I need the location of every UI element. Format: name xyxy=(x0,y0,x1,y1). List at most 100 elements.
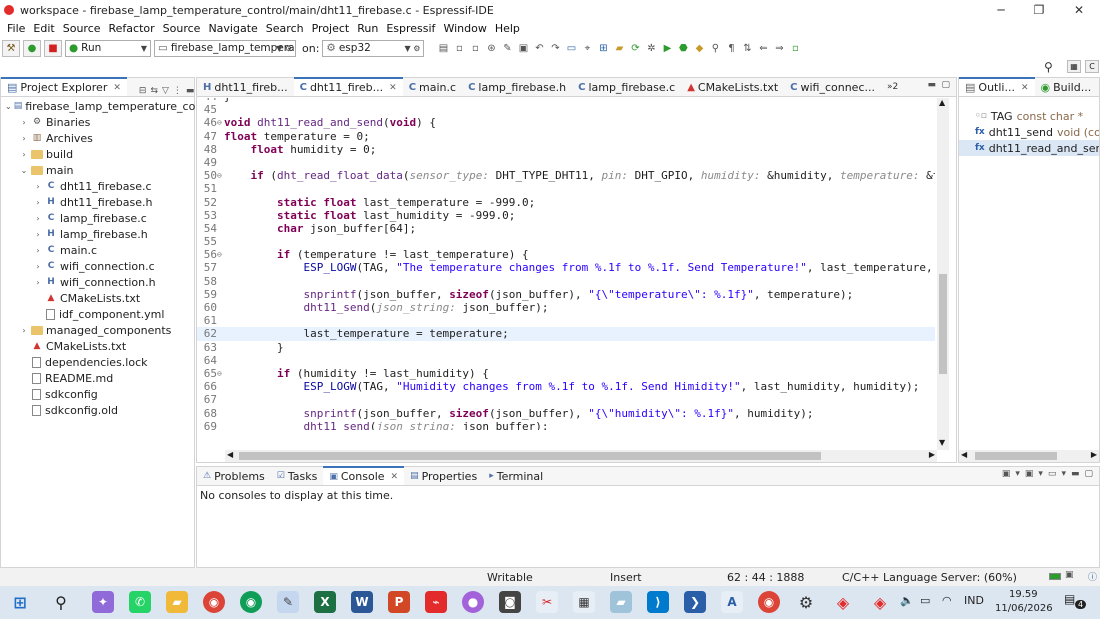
tree-item[interactable]: › ⚙ Binaries xyxy=(1,114,195,130)
minimize-view-icon[interactable]: ▬ xyxy=(186,86,195,96)
outline-item[interactable]: fxdht11_sendvoid (const c xyxy=(959,124,1099,140)
powerpoint-icon[interactable]: P xyxy=(388,591,410,613)
battery-icon[interactable]: ▭ xyxy=(920,594,930,607)
tree-item[interactable]: › managed_components xyxy=(1,322,195,338)
tree-item[interactable]: › Clamp_firebase.c xyxy=(1,210,195,226)
editor-horizontal-scrollbar[interactable]: ◀ ▶ xyxy=(225,450,937,462)
progress-view-icon[interactable]: ▣ xyxy=(1065,570,1074,580)
tree-item[interactable]: sdkconfig xyxy=(1,386,195,402)
close-button[interactable]: ✕ xyxy=(1060,0,1098,20)
tree-item[interactable]: › Hwifi_connection.h xyxy=(1,274,195,290)
menu-refactor[interactable]: Refactor xyxy=(105,22,159,35)
chevron-right-icon[interactable]: › xyxy=(19,134,29,143)
view-menu-icon[interactable]: ▾ xyxy=(1061,469,1066,479)
search-icon[interactable]: ⚲ xyxy=(50,591,72,613)
menu-espressif[interactable]: Espressif xyxy=(382,22,439,35)
launch-run-icon[interactable]: ● xyxy=(23,39,41,57)
clock-date[interactable]: 11/06/2026 xyxy=(995,603,1053,614)
tree-item[interactable]: ▲ CMakeLists.txt xyxy=(1,338,195,354)
save-icon[interactable]: ▫ xyxy=(453,43,465,54)
terminal-icon[interactable]: ▣ xyxy=(517,43,529,54)
espressif-ide-icon[interactable]: ◈ xyxy=(869,591,891,613)
scroll-right-icon[interactable]: ▶ xyxy=(1091,450,1097,459)
tree-item[interactable]: ▲ CMakeLists.txt xyxy=(1,290,195,306)
editor-tab[interactable]: ▲ CMakeLists.txt xyxy=(681,78,784,96)
menu-window[interactable]: Window xyxy=(439,22,490,35)
new-console-icon[interactable]: ▭ xyxy=(1048,469,1057,479)
chevron-right-icon[interactable]: › xyxy=(33,262,43,271)
app-store-icon[interactable]: A xyxy=(721,591,743,613)
editor-tab[interactable]: Clamp_firebase.h xyxy=(462,78,572,96)
tree-item[interactable]: › ▥ Archives xyxy=(1,130,195,146)
pencil-app-icon[interactable]: ✎ xyxy=(277,591,299,613)
folder-open-icon[interactable]: ▰ xyxy=(613,43,625,54)
search-icon[interactable]: ⚲ xyxy=(1044,60,1053,74)
view-menu-icon[interactable]: ⋮ xyxy=(173,86,182,96)
editor-vertical-scrollbar[interactable]: ▲ ▼ xyxy=(937,98,949,450)
input-language[interactable]: IND xyxy=(964,594,984,607)
console-dropdown-icon[interactable]: ▾ xyxy=(1015,469,1020,479)
editor-tab[interactable]: Clamp_firebase.c xyxy=(572,78,681,96)
minimize-view-icon[interactable]: ▬ xyxy=(927,80,936,90)
open-console-icon[interactable]: ▾ xyxy=(1038,469,1043,479)
chrome-active-icon[interactable]: ◉ xyxy=(758,591,780,613)
speaker-icon[interactable]: 🔈 xyxy=(900,594,914,607)
outline-item[interactable]: fxdht11_read_and_sendvo xyxy=(959,140,1099,156)
tab-overflow-indicator[interactable]: »2 xyxy=(887,82,898,92)
tab-console[interactable]: ▣ Console ✕ xyxy=(323,466,405,485)
clock-time[interactable]: 19.59 xyxy=(1009,589,1038,600)
editor-tab[interactable]: Cwifi_connec... xyxy=(784,78,881,96)
tools-icon[interactable]: ✎ xyxy=(501,43,513,54)
camera-icon[interactable]: ◙ xyxy=(499,591,521,613)
fold-marker-icon[interactable]: ⊖ xyxy=(217,116,223,129)
fold-marker-icon[interactable]: ⊖ xyxy=(217,367,223,380)
scroll-left-icon[interactable]: ◀ xyxy=(961,450,967,459)
scroll-up-icon[interactable]: ▲ xyxy=(939,98,945,107)
wifi-icon[interactable]: ◠ xyxy=(942,594,952,607)
scroll-down-icon[interactable]: ▼ xyxy=(939,438,945,447)
menu-file[interactable]: File xyxy=(3,22,29,35)
chevron-right-icon[interactable]: › xyxy=(33,214,43,223)
snipping-tool-icon[interactable]: ✂ xyxy=(536,591,558,613)
nav-back-icon[interactable]: ⇐ xyxy=(757,43,769,54)
editor-hscroll-thumb[interactable] xyxy=(239,452,821,460)
run-mode-select[interactable]: ● Run ▼ xyxy=(65,39,151,57)
tree-item[interactable]: ⌄ main xyxy=(1,162,195,178)
menu-navigate[interactable]: Navigate xyxy=(204,22,261,35)
tree-item[interactable]: › Hdht11_firebase.h xyxy=(1,194,195,210)
build-hammer-icon[interactable]: ⚒ xyxy=(2,39,20,57)
save-all-icon[interactable]: ▫ xyxy=(469,43,481,54)
tree-item[interactable]: idf_component.yml xyxy=(1,306,195,322)
tab-build-targets[interactable]: ◉ Build... xyxy=(1035,78,1098,96)
powershell-icon[interactable]: ❯ xyxy=(684,591,706,613)
chevron-right-icon[interactable]: › xyxy=(33,246,43,255)
run-external-icon[interactable]: ▶ xyxy=(661,43,673,54)
code-editor[interactable]: 44}4546⊖void dht11_read_and_send(void) {… xyxy=(197,98,935,430)
pin-editor-icon[interactable]: ▫ xyxy=(789,43,801,54)
outline-hscroll-thumb[interactable] xyxy=(975,452,1057,460)
settings-gear-icon[interactable]: ⚙ xyxy=(795,591,817,613)
close-icon[interactable]: ✕ xyxy=(391,472,399,482)
chevron-right-icon[interactable]: › xyxy=(33,198,43,207)
chrome-profile-icon[interactable]: ◉ xyxy=(240,591,262,613)
close-icon[interactable]: ✕ xyxy=(113,83,121,93)
editor-vscroll-thumb[interactable] xyxy=(939,274,947,374)
tab-project-explorer[interactable]: ▤ Project Explorer ✕ xyxy=(1,77,127,96)
pin-console-icon[interactable]: ▣ xyxy=(1025,469,1034,479)
settings-icon[interactable]: ✲ xyxy=(645,43,657,54)
tab-properties[interactable]: ▤ Properties xyxy=(404,467,483,485)
restore-button[interactable]: ❐ xyxy=(1020,0,1058,20)
menu-source[interactable]: Source xyxy=(59,22,105,35)
menu-edit[interactable]: Edit xyxy=(29,22,58,35)
mark-icon[interactable]: ¶ xyxy=(725,43,737,54)
vscode-icon[interactable]: ⟩ xyxy=(647,591,669,613)
search-tool-icon[interactable]: ⚲ xyxy=(709,43,721,54)
pin-icon[interactable]: ⌖ xyxy=(581,43,593,54)
menu-project[interactable]: Project xyxy=(308,22,354,35)
chevron-right-icon[interactable]: › xyxy=(19,118,29,127)
perspective-cpp-icon[interactable]: C xyxy=(1085,60,1099,73)
menu-source-2[interactable]: Source xyxy=(159,22,205,35)
editor-tab[interactable]: Cmain.c xyxy=(403,78,462,96)
excel-icon[interactable]: X xyxy=(314,591,336,613)
tab-outline[interactable]: ▤ Outli... ✕ xyxy=(959,77,1035,96)
